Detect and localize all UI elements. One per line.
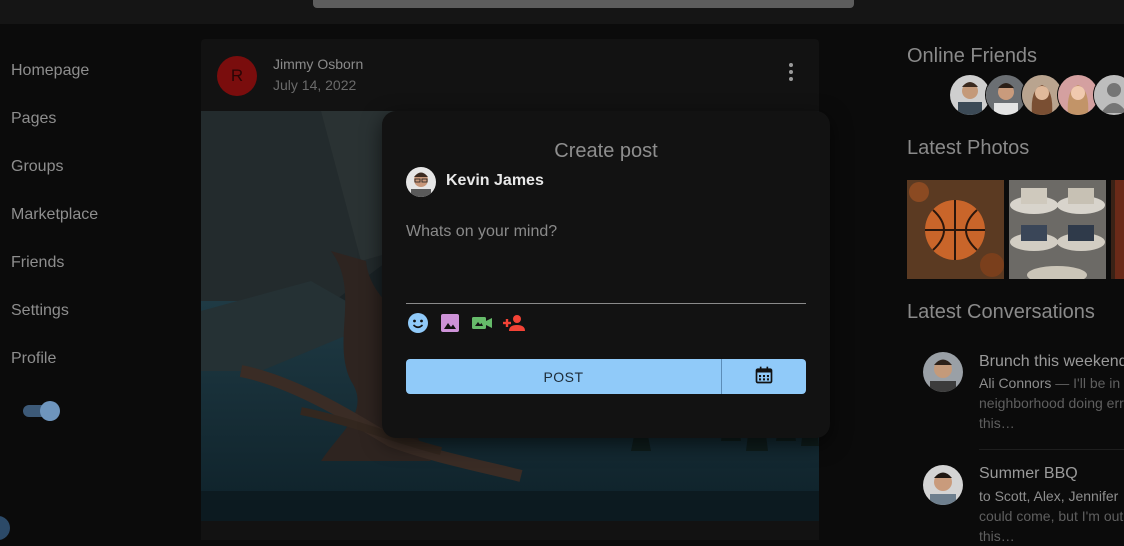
nav-item-pages[interactable]: Pages	[11, 110, 56, 128]
conversation-preview-line: this…	[979, 528, 1015, 544]
video-icon[interactable]	[470, 311, 494, 335]
post-author-name[interactable]: Jimmy Osborn	[273, 56, 363, 72]
schedule-post-button[interactable]	[722, 359, 806, 394]
emoji-icon[interactable]	[406, 311, 430, 335]
latest-photo-hats[interactable]	[1009, 180, 1106, 279]
latest-photo-partial[interactable]	[1111, 180, 1124, 279]
dialog-title: Create post	[554, 140, 658, 162]
conversation-title: Brunch this weekend	[979, 353, 1124, 370]
tag-person-icon[interactable]	[502, 311, 526, 335]
user-avatar	[406, 167, 436, 197]
conversation-preview-line: to Scott, Alex, Jennifer	[979, 486, 1118, 506]
conversation-sender: Ali Connors	[979, 375, 1052, 391]
conversation-avatar	[923, 465, 963, 505]
toggle-thumb	[40, 401, 60, 421]
conversation-avatar	[923, 352, 963, 392]
search-bar[interactable]	[313, 0, 854, 8]
nav-item-friends[interactable]: Friends	[11, 254, 64, 272]
latest-photos-heading: Latest Photos	[907, 137, 1030, 159]
conversation-preview-line: neighborhood doing errands	[979, 395, 1124, 411]
conversation-preview-line: this…	[979, 415, 1015, 431]
conversation-preview-text: — I'll be in your	[1055, 375, 1124, 391]
online-friend-avatar[interactable]	[1093, 74, 1124, 116]
online-friends-heading: Online Friends	[907, 45, 1038, 67]
dark-mode-toggle[interactable]	[23, 401, 60, 421]
nav-item-marketplace[interactable]: Marketplace	[11, 206, 98, 224]
nav-item-settings[interactable]: Settings	[11, 302, 69, 320]
conversation-preview-line: Ali Connors — I'll be in your	[979, 373, 1124, 393]
nav-item-profile[interactable]: Profile	[11, 350, 56, 368]
conversation-preview-line: could come, but I'm out of town	[979, 508, 1124, 524]
divider	[979, 449, 1124, 450]
user-name: Kevin James	[446, 172, 544, 189]
latest-conversations-heading: Latest Conversations	[907, 301, 1095, 323]
more-options-icon[interactable]	[783, 61, 799, 83]
image-icon[interactable]	[438, 311, 462, 335]
floating-action-button[interactable]	[0, 516, 10, 540]
post-button[interactable]: POST	[406, 359, 721, 394]
create-post-dialog: Create post Kevin James POST	[382, 111, 830, 438]
latest-photo-basketball[interactable]	[907, 180, 1004, 279]
post-author-avatar[interactable]: R	[217, 56, 257, 96]
post-text-input[interactable]	[406, 219, 806, 304]
nav-item-homepage[interactable]: Homepage	[11, 62, 89, 80]
conversation-title: Summer BBQ	[979, 465, 1078, 482]
calendar-icon	[754, 366, 774, 388]
nav-item-groups[interactable]: Groups	[11, 158, 63, 176]
post-date: July 14, 2022	[273, 77, 357, 93]
right-sidebar: Online Friends Latest Photos Latest Conv…	[907, 0, 1124, 544]
conversation-recipients: to Scott, Alex, Jennifer	[979, 488, 1119, 504]
